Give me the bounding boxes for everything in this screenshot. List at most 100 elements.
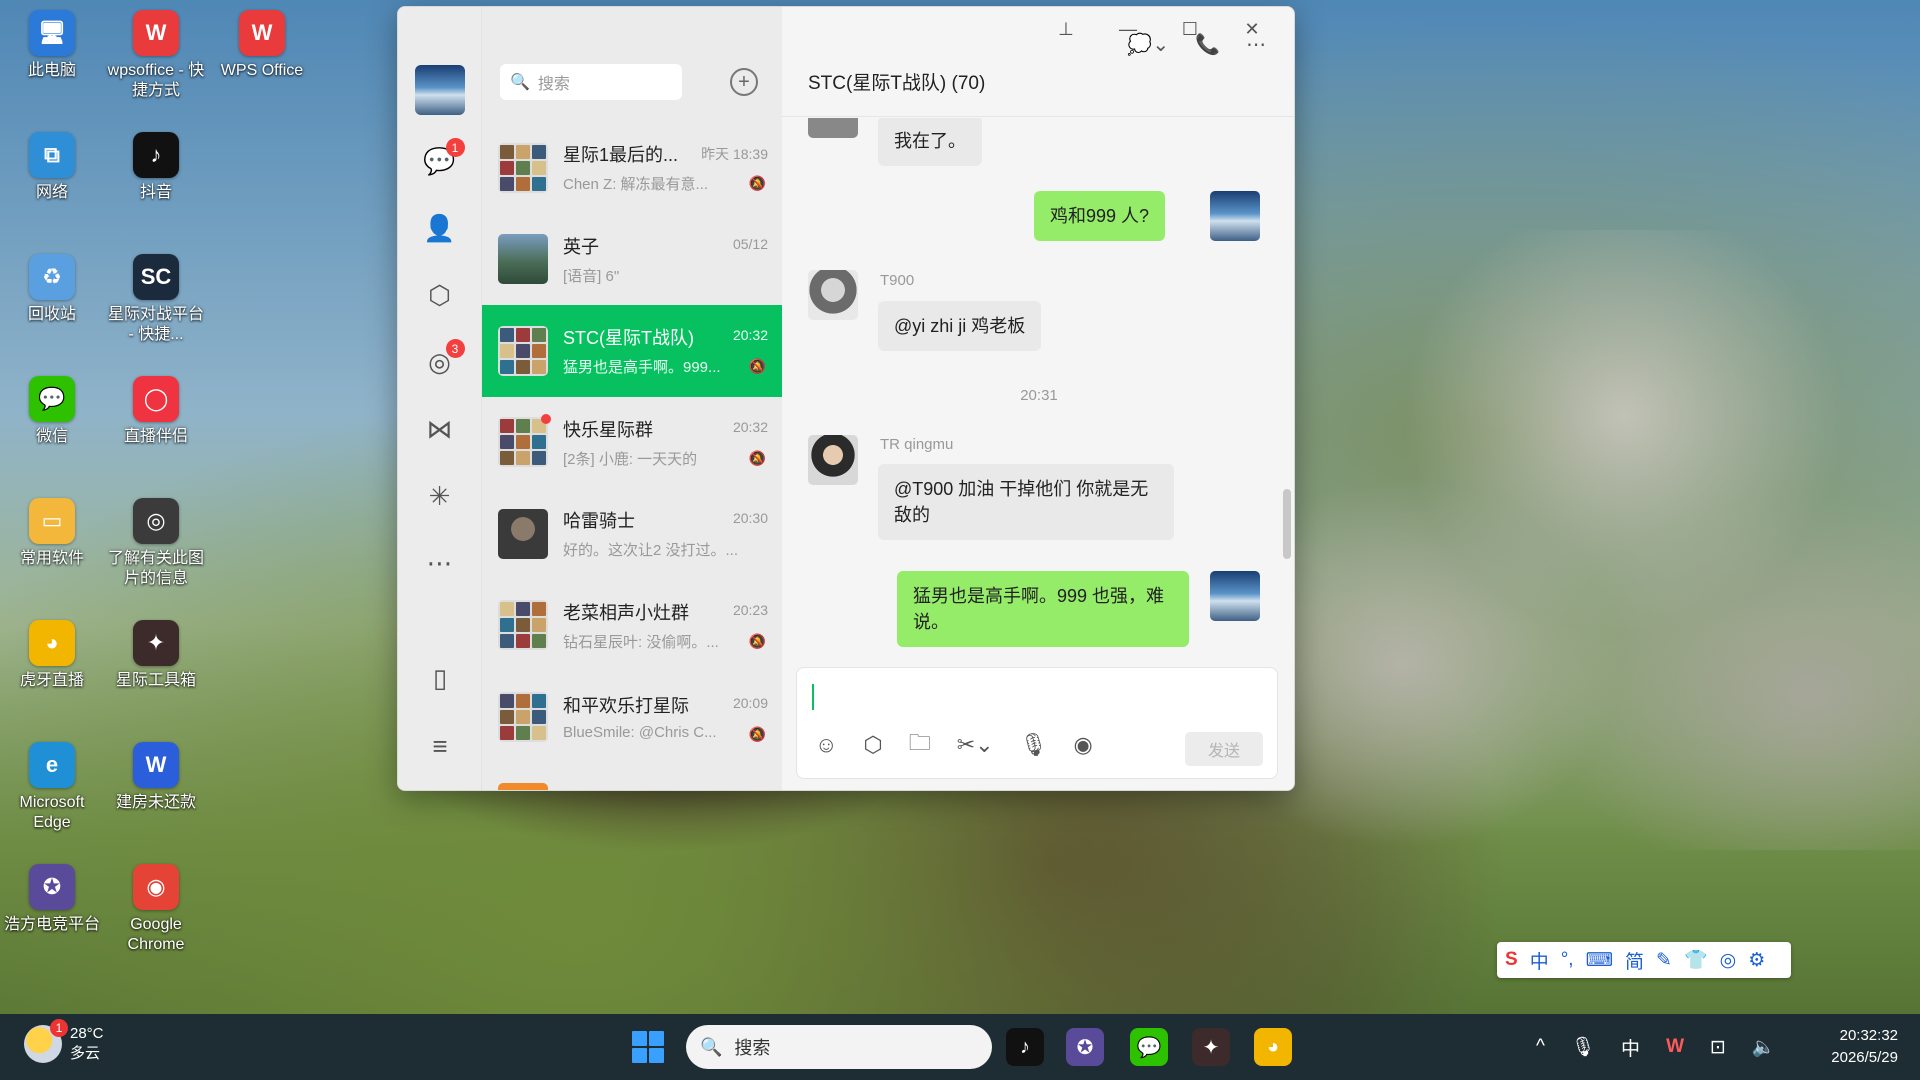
taskbar: 1 28°C 多云 🔍 搜索 ♪ ✪ 💬 ✦ ◕ ^ 🎙 中 W ⊡ 🔈 20:…	[0, 1014, 1920, 1080]
taskbar-wechat-icon[interactable]: 💬	[1130, 1028, 1168, 1066]
ime-tool-icon[interactable]: ⚙	[1748, 949, 1765, 972]
tray-chevron-icon[interactable]: ^	[1536, 1036, 1545, 1058]
ime-tool-icon[interactable]: ◎	[1720, 949, 1737, 972]
chat-header: STC(星际T战队) (70)	[782, 47, 1294, 117]
moments-icon[interactable]: ◎ 3	[419, 339, 465, 383]
desktop-icon[interactable]: ✦ 星际工具箱	[104, 620, 208, 691]
ime-tool-icon[interactable]: 简	[1625, 947, 1644, 974]
desktop-icon-label: 网络	[35, 184, 68, 201]
contacts-icon[interactable]: 👤	[419, 207, 461, 249]
microphone-icon[interactable]: 🎙	[1020, 732, 1048, 758]
ime-logo[interactable]: S	[1505, 949, 1518, 971]
desktop-icon[interactable]: ⧉ 网络	[0, 132, 104, 203]
ime-tool-icon[interactable]: ✎	[1656, 949, 1672, 972]
add-button[interactable]: +	[730, 68, 758, 96]
desktop-icon[interactable]: ♻ 回收站	[0, 254, 104, 325]
taskbar-clock[interactable]: 20:32:32 2026/5/29	[1831, 1025, 1898, 1069]
desktop-icon[interactable]: W WPS Office	[210, 10, 314, 81]
conversation-item[interactable]: 星际1最后的... 昨天 18:39 Chen Z: 解冻最有意... 🔕	[482, 122, 782, 214]
text-caret	[812, 684, 814, 710]
conversation-item[interactable]: STC(星际T战队) 20:32 猛男也是高手啊。999... 🔕	[482, 305, 782, 397]
taskbar-huya-icon[interactable]: ◕	[1254, 1028, 1292, 1066]
desktop-app-icon: ◯	[133, 376, 179, 422]
desktop-icon-label: 了解有关此图片的信息	[107, 550, 204, 587]
folder-icon[interactable]: 🗀	[909, 726, 931, 764]
conversation-name: 星际1最后的...	[563, 145, 679, 166]
taskbar-douyin-icon[interactable]: ♪	[1006, 1028, 1044, 1066]
tray-volume-icon[interactable]: 🔈	[1752, 1035, 1776, 1059]
taskbar-starcraft-tools-icon[interactable]: ✦	[1192, 1028, 1230, 1066]
sticker-icon[interactable]: ⬡	[863, 732, 882, 758]
menu-icon[interactable]: ≡	[419, 725, 461, 767]
conversation-name: 英子	[563, 236, 599, 257]
desktop-icon[interactable]: ◕ 虎牙直播	[0, 620, 104, 691]
maximize-button[interactable]: ☐	[1176, 19, 1204, 40]
sender-avatar	[808, 435, 858, 485]
avatar-tile	[500, 359, 514, 374]
tray-display-icon[interactable]: ⊡	[1710, 1036, 1726, 1059]
desktop-icon[interactable]: ✪ 浩方电竞平台	[0, 864, 104, 935]
pin-icon[interactable]: ⊥	[1052, 19, 1080, 40]
desktop-icon[interactable]: ◯ 直播伴侣	[104, 376, 208, 447]
weather-condition: 多云	[70, 1044, 101, 1062]
my-avatar[interactable]	[414, 65, 465, 115]
phone-icon[interactable]: ▯	[419, 657, 461, 699]
tray-mic-icon[interactable]: 🎙	[1571, 1035, 1595, 1059]
conversation-preview: 好的。这次让2 没打过。...	[563, 542, 739, 560]
conversation-avatar	[498, 600, 548, 651]
desktop-icon[interactable]: ◉ Google Chrome	[104, 864, 208, 955]
conversation-item[interactable]: 老菜相声小灶群 20:23 钻石星辰叶: 没偷啊。... 🔕	[482, 580, 782, 672]
taskbar-search[interactable]: 🔍 搜索	[686, 1025, 992, 1069]
conversation-item[interactable]: 服务通知20:07	[482, 763, 782, 790]
screenshot-icon[interactable]: ✂⌄	[957, 732, 994, 758]
channels-icon[interactable]: ⋈	[419, 408, 461, 450]
conversation-item[interactable]: 和平欢乐打星际 20:09 BlueSmile: @Chris C... 🔕	[482, 671, 782, 763]
message-bubble[interactable]: 猛男也是高手啊。999 也强，难说。	[897, 571, 1189, 648]
message-bubble[interactable]: 鸡和999 人?	[1034, 191, 1166, 242]
favorites-icon[interactable]: ⬡	[419, 274, 461, 316]
avatar-tile	[532, 343, 546, 358]
ime-tool-icon[interactable]: 中	[1530, 947, 1549, 974]
desktop-icon[interactable]: 💬 微信	[0, 376, 104, 447]
desktop-icon[interactable]: 🖥 此电脑	[0, 10, 104, 81]
close-button[interactable]: ✕	[1238, 19, 1266, 40]
message-bubble[interactable]: 我在了。	[878, 118, 982, 167]
voice-message-icon[interactable]: ◉	[1074, 732, 1093, 758]
conversation-item[interactable]: 英子 05/12 [语音] 6"	[482, 214, 782, 306]
desktop-icon[interactable]: SC 星际对战平台 - 快捷...	[104, 254, 208, 345]
send-button[interactable]: 发送	[1185, 732, 1263, 766]
weather-widget[interactable]: 1 28°C 多云	[24, 1018, 104, 1063]
message-bubble[interactable]: @T900 加油 干掉他们 你就是无敌的	[878, 464, 1174, 541]
desktop-app-icon: 🖥	[29, 10, 75, 56]
taskbar-haofang-icon[interactable]: ✪	[1066, 1028, 1104, 1066]
ime-tool-icon[interactable]: 👕	[1684, 948, 1708, 972]
avatar-tile	[516, 160, 530, 175]
minimize-button[interactable]: —	[1114, 19, 1142, 40]
search-input[interactable]: 🔍 搜索	[500, 64, 682, 100]
desktop-icon[interactable]: Wwpsoffice - 快捷方式	[104, 10, 208, 101]
message-input[interactable]: ☺ ⬡ 🗀 ✂⌄ 🎙 ◉ 发送	[796, 667, 1278, 779]
ime-tool-icon[interactable]: ⌨	[1586, 949, 1613, 972]
desktop-icon-label: 浩方电竞平台	[3, 916, 100, 933]
conversation-item[interactable]: 哈雷骑士 20:30 好的。这次让2 没打过。...	[482, 488, 782, 580]
ime-tool-icon[interactable]: °,	[1561, 949, 1574, 971]
avatar-tile	[532, 435, 546, 450]
my-message-avatar	[1210, 571, 1260, 621]
desktop-icon[interactable]: e Microsoft Edge	[0, 742, 104, 833]
message-scrollbar[interactable]	[1283, 489, 1291, 559]
message-area: 我在了。 鸡和999 人? T900 @yi zhi ji 鸡老板 20:31 …	[782, 118, 1294, 658]
conversation-item[interactable]: 快乐星际群 20:32 [2条] 小鹿: 一天天的 🔕	[482, 397, 782, 489]
more-icon[interactable]: ⋯	[419, 542, 461, 584]
start-button[interactable]	[632, 1031, 664, 1063]
tray-wps-icon[interactable]: W	[1666, 1036, 1684, 1058]
desktop-icon[interactable]: ♪ 抖音	[104, 132, 208, 203]
chats-icon[interactable]: 💬 1	[419, 138, 465, 182]
desktop-icon[interactable]: W 建房未还款	[104, 742, 208, 813]
desktop-icon[interactable]: ▭ 常用软件	[0, 498, 104, 569]
discover-icon[interactable]: ✳	[419, 475, 461, 517]
avatar-tile	[532, 693, 546, 708]
desktop-icon[interactable]: ◎ 了解有关此图片的信息	[104, 498, 208, 589]
tray-ime-indicator[interactable]: 中	[1621, 1034, 1640, 1061]
emoji-icon[interactable]: ☺	[815, 732, 837, 758]
message-bubble[interactable]: @yi zhi ji 鸡老板	[878, 301, 1042, 352]
